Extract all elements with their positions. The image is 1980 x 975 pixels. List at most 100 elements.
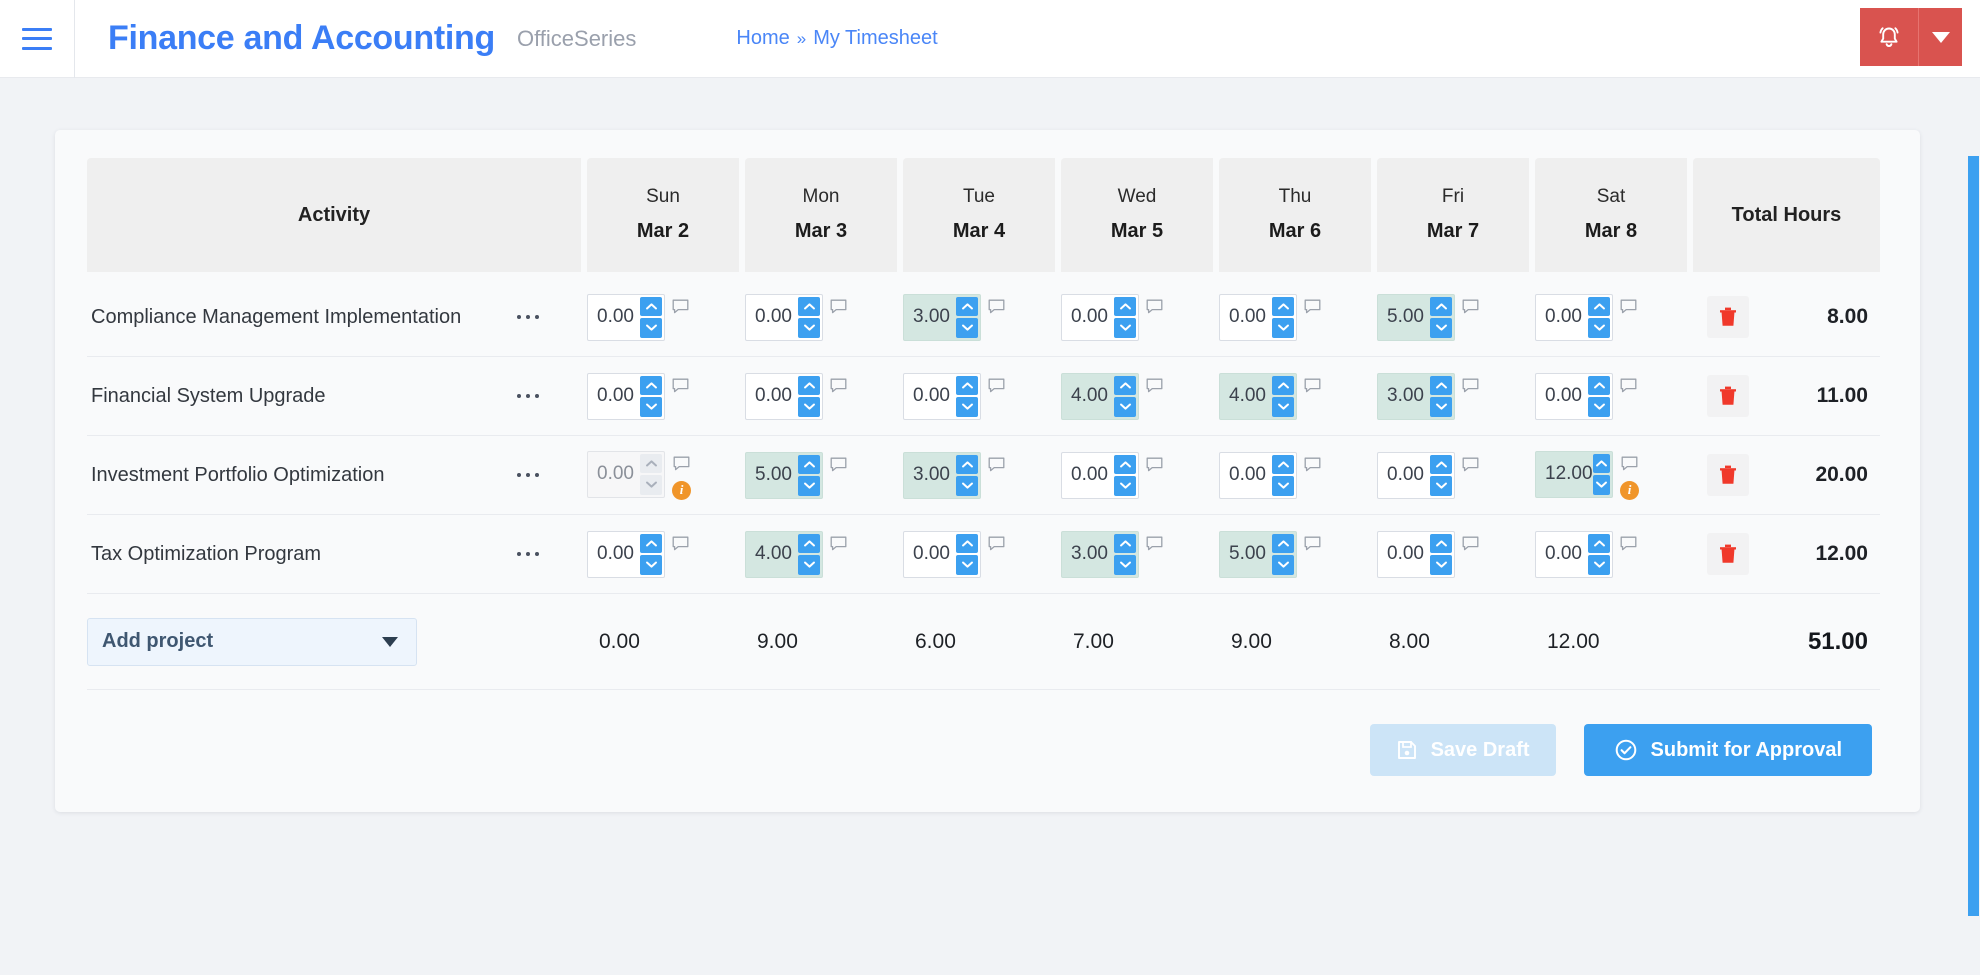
comment-icon[interactable] xyxy=(1621,456,1638,477)
stepper-up-button[interactable] xyxy=(798,297,820,317)
stepper-down-button[interactable] xyxy=(956,555,978,575)
comment-icon[interactable] xyxy=(672,299,689,320)
stepper-down-button[interactable] xyxy=(798,397,820,417)
stepper-down-button[interactable] xyxy=(798,476,820,496)
ellipsis-icon[interactable] xyxy=(511,309,545,325)
hours-input-r0-d4[interactable]: 0.00 xyxy=(1219,294,1297,341)
stepper-down-button[interactable] xyxy=(1430,555,1452,575)
comment-icon[interactable] xyxy=(830,536,847,557)
save-draft-button[interactable]: Save Draft xyxy=(1370,724,1556,776)
hours-input-r0-d2[interactable]: 3.00 xyxy=(903,294,981,341)
add-project-dropdown[interactable]: Add project xyxy=(87,618,417,666)
stepper-down-button[interactable] xyxy=(1588,397,1610,417)
stepper-up-button[interactable] xyxy=(1430,534,1452,554)
stepper-down-button[interactable] xyxy=(956,476,978,496)
hours-input-r0-d1[interactable]: 0.00 xyxy=(745,294,823,341)
hours-input-r3-d5[interactable]: 0.00 xyxy=(1377,531,1455,578)
hours-input-r1-d1[interactable]: 0.00 xyxy=(745,373,823,420)
comment-icon[interactable] xyxy=(1462,299,1479,320)
comment-icon[interactable] xyxy=(1304,378,1321,399)
notifications-dropdown-button[interactable] xyxy=(1918,8,1962,66)
comment-icon[interactable] xyxy=(830,299,847,320)
stepper-down-button[interactable] xyxy=(640,555,662,575)
hours-input-r0-d6[interactable]: 0.00 xyxy=(1535,294,1613,341)
comment-icon[interactable] xyxy=(673,456,690,477)
ellipsis-icon[interactable] xyxy=(511,546,545,562)
comment-icon[interactable] xyxy=(988,536,1005,557)
hours-input-r0-d0[interactable]: 0.00 xyxy=(587,294,665,341)
comment-icon[interactable] xyxy=(1146,378,1163,399)
stepper-up-button[interactable] xyxy=(1430,376,1452,396)
comment-icon[interactable] xyxy=(1304,536,1321,557)
stepper-up-button[interactable] xyxy=(1593,454,1610,474)
comment-icon[interactable] xyxy=(1462,457,1479,478)
comment-icon[interactable] xyxy=(672,378,689,399)
delete-row-button[interactable] xyxy=(1707,375,1749,417)
hours-input-r2-d2[interactable]: 3.00 xyxy=(903,452,981,499)
hamburger-menu-button[interactable] xyxy=(0,0,75,78)
comment-icon[interactable] xyxy=(1620,378,1637,399)
hours-input-r3-d2[interactable]: 0.00 xyxy=(903,531,981,578)
stepper-down-button[interactable] xyxy=(1593,475,1610,495)
stepper-down-button[interactable] xyxy=(1272,397,1294,417)
stepper-up-button[interactable] xyxy=(1588,297,1610,317)
stepper-up-button[interactable] xyxy=(640,376,662,396)
stepper-up-button[interactable] xyxy=(1114,376,1136,396)
stepper-up-button[interactable] xyxy=(1272,534,1294,554)
comment-icon[interactable] xyxy=(988,378,1005,399)
hours-input-r3-d3[interactable]: 3.00 xyxy=(1061,531,1139,578)
stepper-up-button[interactable] xyxy=(640,297,662,317)
delete-row-button[interactable] xyxy=(1707,454,1749,496)
comment-icon[interactable] xyxy=(1462,536,1479,557)
notifications-button[interactable] xyxy=(1860,8,1918,66)
hours-input-r0-d3[interactable]: 0.00 xyxy=(1061,294,1139,341)
stepper-up-button[interactable] xyxy=(956,534,978,554)
stepper-up-button[interactable] xyxy=(1114,455,1136,475)
stepper-down-button[interactable] xyxy=(1272,476,1294,496)
hours-input-r1-d5[interactable]: 3.00 xyxy=(1377,373,1455,420)
stepper-down-button[interactable] xyxy=(956,318,978,338)
stepper-up-button[interactable] xyxy=(640,534,662,554)
comment-icon[interactable] xyxy=(830,378,847,399)
page-scrollbar-track[interactable] xyxy=(1967,156,1980,812)
hours-input-r1-d6[interactable]: 0.00 xyxy=(1535,373,1613,420)
stepper-up-button[interactable] xyxy=(1430,455,1452,475)
stepper-down-button[interactable] xyxy=(1430,318,1452,338)
stepper-up-button[interactable] xyxy=(956,376,978,396)
hours-input-r3-d0[interactable]: 0.00 xyxy=(587,531,665,578)
submit-for-approval-button[interactable]: Submit for Approval xyxy=(1584,724,1872,776)
stepper-up-button[interactable] xyxy=(798,376,820,396)
stepper-up-button[interactable] xyxy=(1588,376,1610,396)
info-warning-icon[interactable]: i xyxy=(1620,481,1639,500)
comment-icon[interactable] xyxy=(988,299,1005,320)
ellipsis-icon[interactable] xyxy=(511,467,545,483)
comment-icon[interactable] xyxy=(1146,536,1163,557)
comment-icon[interactable] xyxy=(1620,536,1637,557)
stepper-down-button[interactable] xyxy=(1430,397,1452,417)
stepper-up-button[interactable] xyxy=(1114,534,1136,554)
stepper-up-button[interactable] xyxy=(1272,376,1294,396)
stepper-down-button[interactable] xyxy=(640,318,662,338)
stepper-down-button[interactable] xyxy=(1114,397,1136,417)
delete-row-button[interactable] xyxy=(1707,533,1749,575)
stepper-down-button[interactable] xyxy=(1272,318,1294,338)
stepper-down-button[interactable] xyxy=(1114,476,1136,496)
comment-icon[interactable] xyxy=(988,457,1005,478)
stepper-up-button[interactable] xyxy=(798,534,820,554)
stepper-down-button[interactable] xyxy=(1430,476,1452,496)
ellipsis-icon[interactable] xyxy=(511,388,545,404)
stepper-up-button[interactable] xyxy=(1114,297,1136,317)
comment-icon[interactable] xyxy=(1304,457,1321,478)
stepper-down-button[interactable] xyxy=(956,397,978,417)
hours-input-r0-d5[interactable]: 5.00 xyxy=(1377,294,1455,341)
hours-input-r1-d0[interactable]: 0.00 xyxy=(587,373,665,420)
stepper-down-button[interactable] xyxy=(640,397,662,417)
stepper-down-button[interactable] xyxy=(798,318,820,338)
hours-input-r2-d4[interactable]: 0.00 xyxy=(1219,452,1297,499)
comment-icon[interactable] xyxy=(1462,378,1479,399)
stepper-up-button[interactable] xyxy=(956,297,978,317)
stepper-down-button[interactable] xyxy=(1114,555,1136,575)
hours-input-r1-d3[interactable]: 4.00 xyxy=(1061,373,1139,420)
stepper-down-button[interactable] xyxy=(1588,318,1610,338)
hours-input-r1-d4[interactable]: 4.00 xyxy=(1219,373,1297,420)
